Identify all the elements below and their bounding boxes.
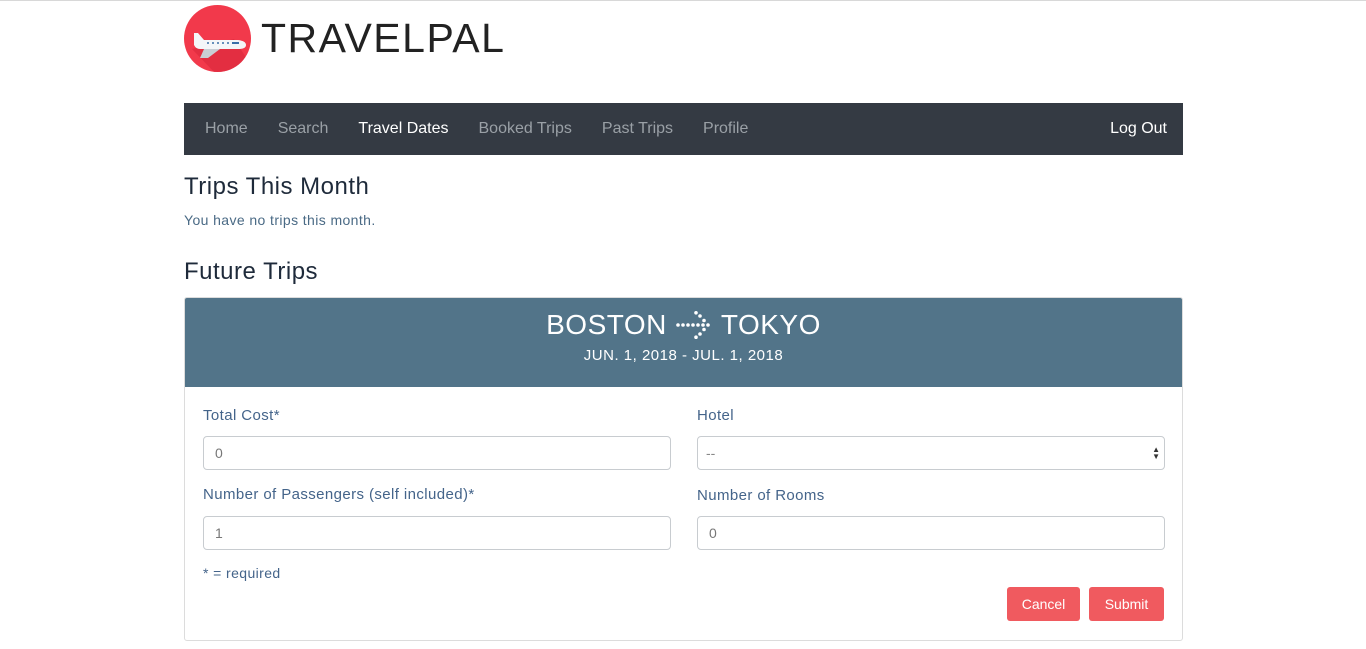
dotted-arrow-right-icon <box>675 311 713 339</box>
logout-link[interactable]: Log Out <box>1110 120 1183 138</box>
future-trips-heading: Future Trips <box>184 258 319 285</box>
total-cost-input[interactable] <box>203 436 671 470</box>
navbar: Home Search Travel Dates Booked Trips Pa… <box>184 103 1183 155</box>
select-arrows-icon: ▲ ▼ <box>1152 445 1160 461</box>
brand-name: TRAVELPAL <box>261 14 506 61</box>
passengers-label: Number of Passengers (self included)* <box>203 486 475 503</box>
trip-form: Total Cost* Hotel -- ▲▼ Number of Passen… <box>185 387 1182 640</box>
nav-item-home[interactable]: Home <box>190 120 263 138</box>
hotel-select-value: -- <box>706 445 716 461</box>
submit-button[interactable]: Submit <box>1089 587 1164 621</box>
trip-origin: BOSTON <box>546 309 667 340</box>
rooms-input[interactable] <box>697 516 1165 550</box>
hotel-label: Hotel <box>697 407 735 424</box>
trip-route: BOSTON TOKYO <box>185 298 1182 341</box>
total-cost-label: Total Cost* <box>203 407 280 424</box>
no-trips-message: You have no trips this month. <box>184 212 376 228</box>
nav-item-past-trips[interactable]: Past Trips <box>587 120 688 138</box>
brand[interactable]: TRAVELPAL <box>184 4 505 72</box>
hotel-select[interactable]: -- ▲ ▼ <box>697 436 1165 470</box>
trip-card-header: BOSTON TOKYO JUN. 1, 2018 - JUL. 1, 2018 <box>185 298 1182 387</box>
nav-item-booked-trips[interactable]: Booked Trips <box>464 120 587 138</box>
trip-destination: TOKYO <box>720 309 821 340</box>
cancel-button[interactable]: Cancel <box>1007 587 1080 621</box>
nav-item-travel-dates[interactable]: Travel Dates <box>343 120 463 138</box>
trip-dates: JUN. 1, 2018 - JUL. 1, 2018 <box>583 347 784 364</box>
trip-card: BOSTON TOKYO JUN. 1, 2018 - JUL. 1, 2018… <box>184 297 1183 641</box>
required-note: * = required <box>203 565 281 581</box>
nav-item-search[interactable]: Search <box>263 120 344 138</box>
passengers-input[interactable] <box>203 516 671 550</box>
rooms-label: Number of Rooms <box>697 487 825 504</box>
nav-item-profile[interactable]: Profile <box>688 120 763 138</box>
trips-this-month-heading: Trips This Month <box>184 173 370 200</box>
airplane-icon <box>184 4 251 72</box>
